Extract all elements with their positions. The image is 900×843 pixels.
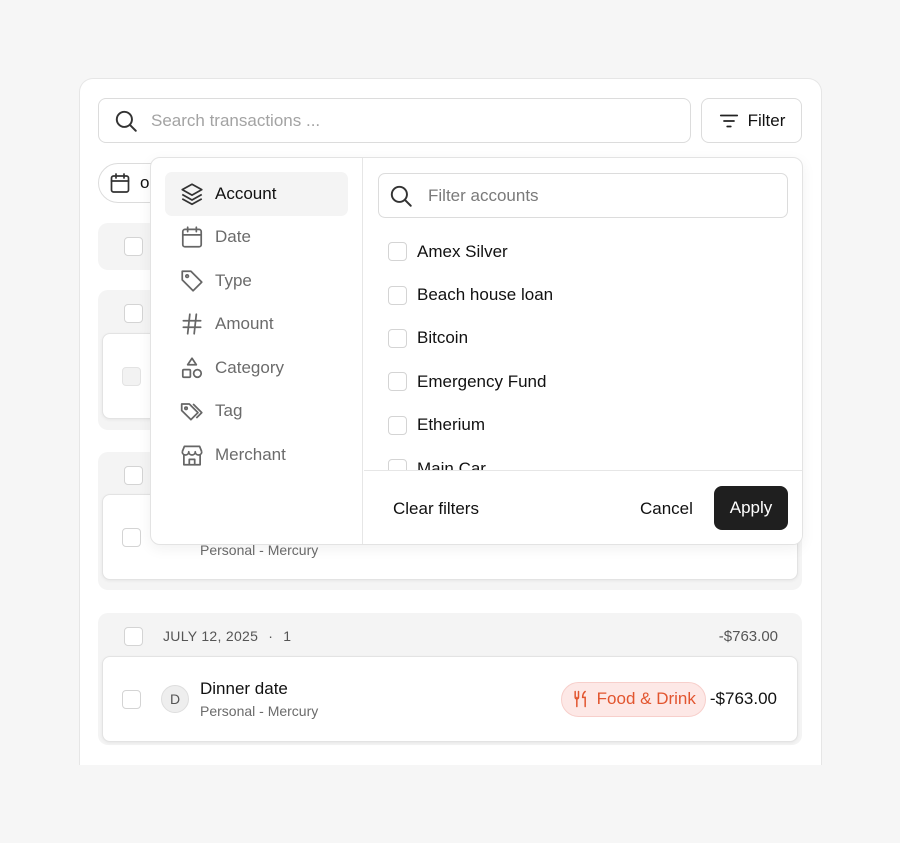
shapes-icon: [181, 357, 203, 378]
account-checkbox[interactable]: [388, 415, 407, 435]
account-label: Amex Silver: [417, 241, 508, 261]
account-option[interactable]: Beach house loan: [388, 273, 788, 316]
group-checkbox[interactable]: [124, 236, 143, 256]
group-date: JULY 12, 2025: [163, 628, 259, 644]
account-list: Amex Silver Beach house loan Bitcoin Eme…: [388, 230, 788, 470]
fork-knife-icon: [574, 690, 586, 708]
row-amount: -$763.00: [709, 689, 777, 708]
account-option[interactable]: Amex Silver: [388, 230, 788, 273]
layers-icon: [181, 183, 203, 205]
menu-item-tag[interactable]: Tag: [165, 390, 348, 434]
account-label: Etherium: [417, 415, 486, 435]
store-icon: [181, 445, 203, 466]
group-checkbox[interactable]: [124, 303, 143, 323]
menu-item-label: Amount: [215, 314, 274, 334]
tags-icon: [180, 403, 203, 421]
menu-item-label: Category: [215, 357, 284, 377]
search-icon: [115, 110, 137, 132]
account-label: Emergency Fund: [417, 371, 547, 391]
account-label: Beach house loan: [417, 285, 554, 305]
account-label: Main Car: [417, 458, 486, 470]
account-checkbox[interactable]: [388, 285, 407, 305]
menu-item-label: Date: [215, 227, 251, 247]
popover-footer: Clear filters Cancel Apply: [364, 470, 802, 544]
clear-filters-button[interactable]: Clear filters: [393, 499, 479, 519]
filter-category-menu: Account Date Type Amount Category Tag Me…: [151, 158, 363, 544]
search-icon: [390, 185, 412, 207]
row-checkbox[interactable]: [122, 527, 141, 547]
filter-popover: Account Date Type Amount Category Tag Me…: [150, 157, 803, 545]
menu-item-date[interactable]: Date: [165, 216, 348, 260]
group-count: 1: [283, 628, 292, 644]
account-label: Bitcoin: [417, 328, 469, 348]
account-option[interactable]: Emergency Fund: [388, 360, 788, 403]
date-chip-label: o: [140, 173, 150, 192]
account-option[interactable]: Bitcoin: [388, 317, 788, 360]
row-text: Dinner date Personal - Mercury: [200, 679, 318, 719]
row-subtitle: Personal - Mercury: [200, 703, 319, 719]
calendar-icon: [181, 226, 203, 248]
group-header: JULY 12, 2025 · 1 -$763.00: [98, 613, 802, 659]
avatar: D: [161, 685, 189, 713]
row-title: Dinner date: [200, 679, 288, 698]
account-filter-input[interactable]: Filter accounts: [378, 173, 788, 218]
filter-button-label: Filter: [747, 110, 786, 130]
account-option[interactable]: Etherium: [388, 404, 788, 447]
account-checkbox[interactable]: [388, 328, 407, 348]
transaction-row[interactable]: D Dinner date Personal - Mercury Food & …: [102, 656, 798, 742]
filter-button[interactable]: Filter: [701, 98, 802, 143]
hash-icon: [182, 313, 202, 335]
calendar-icon: [110, 173, 130, 193]
group-checkbox[interactable]: [124, 465, 143, 485]
transaction-group: JULY 12, 2025 · 1 -$763.00 D Dinner date…: [98, 613, 802, 745]
account-checkbox[interactable]: [388, 459, 407, 470]
group-checkbox[interactable]: [124, 626, 143, 646]
group-separator: ·: [268, 628, 274, 644]
search-placeholder: Search transactions ...: [151, 110, 321, 130]
row-checkbox[interactable]: [122, 366, 141, 386]
account-checkbox[interactable]: [388, 372, 407, 392]
account-filter-placeholder: Filter accounts: [428, 185, 539, 205]
category-label: Food & Drink: [596, 689, 696, 708]
menu-item-label: Account: [215, 183, 277, 203]
tag-icon: [181, 270, 203, 292]
menu-item-account[interactable]: Account: [165, 172, 348, 216]
apply-button[interactable]: Apply: [714, 486, 788, 530]
menu-item-type[interactable]: Type: [165, 259, 348, 303]
menu-item-category[interactable]: Category: [165, 346, 348, 390]
search-input[interactable]: Search transactions ...: [98, 98, 691, 143]
row-checkbox[interactable]: [122, 689, 141, 709]
filter-icon: [719, 114, 738, 127]
page-bottom: [78, 765, 823, 843]
account-option[interactable]: Main Car: [388, 447, 788, 470]
menu-item-label: Type: [215, 270, 252, 290]
cancel-button[interactable]: Cancel: [640, 499, 693, 519]
menu-item-amount[interactable]: Amount: [165, 303, 348, 347]
menu-item-label: Merchant: [215, 444, 286, 464]
account-checkbox[interactable]: [388, 242, 407, 262]
group-total: -$763.00: [718, 627, 778, 645]
category-badge[interactable]: Food & Drink: [560, 681, 706, 717]
menu-item-label: Tag: [215, 401, 243, 421]
account-panel: Filter accounts Amex Silver Beach house …: [364, 158, 802, 544]
menu-item-merchant[interactable]: Merchant: [165, 433, 348, 477]
